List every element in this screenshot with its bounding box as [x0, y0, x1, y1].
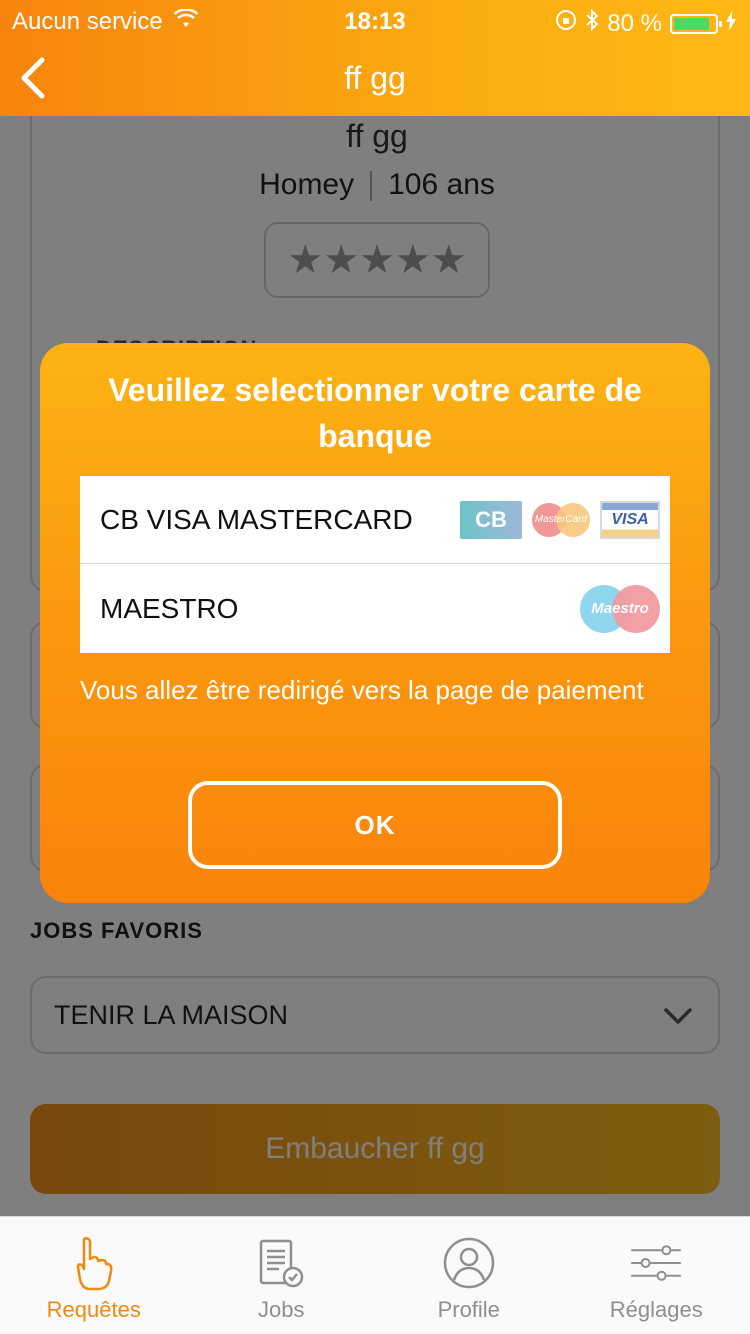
charging-icon	[726, 10, 736, 38]
hand-pointer-icon	[66, 1235, 122, 1291]
card-options-list: CB VISA MASTERCARD CB MasterCard VISA MA…	[80, 476, 670, 653]
user-circle-icon	[441, 1235, 497, 1291]
document-check-icon	[253, 1235, 309, 1291]
visa-logo-icon: VISA	[600, 500, 660, 539]
tab-requetes[interactable]: Requêtes	[0, 1217, 188, 1334]
tab-jobs[interactable]: Jobs	[188, 1217, 376, 1334]
orientation-lock-icon	[555, 9, 577, 38]
battery-percent: 80 %	[607, 9, 662, 37]
status-bar: Aucun service 18:13 80 %	[0, 0, 750, 40]
card-option-label: MAESTRO	[100, 593, 239, 624]
sliders-icon	[628, 1235, 684, 1291]
battery-icon	[670, 13, 722, 34]
page-title: ff gg	[344, 60, 406, 96]
tab-label: Jobs	[258, 1297, 305, 1322]
card-option-cb-visa-mastercard[interactable]: CB VISA MASTERCARD CB MasterCard VISA	[80, 476, 670, 564]
tab-profile[interactable]: Profile	[375, 1217, 563, 1334]
tab-label: Requêtes	[46, 1297, 141, 1322]
maestro-logo-icon: Maestro	[580, 585, 660, 633]
tab-label: Réglages	[609, 1297, 703, 1322]
tab-reglages[interactable]: Réglages	[563, 1217, 750, 1334]
bluetooth-icon	[585, 8, 599, 39]
cb-logo-icon: CB	[460, 500, 522, 539]
card-option-maestro[interactable]: MAESTRO Maestro	[80, 565, 670, 653]
dialog-title: Veuillez selectionner votre carte de ban…	[108, 372, 642, 454]
navigation-bar: ff gg	[0, 40, 750, 116]
card-option-label: CB VISA MASTERCARD	[100, 503, 413, 535]
mastercard-logo-icon: MasterCard	[532, 501, 590, 539]
ok-button[interactable]: OK	[188, 781, 562, 869]
redirect-note: Vous allez être redirigé vers la page de…	[80, 675, 644, 705]
header: Aucun service 18:13 80 % ff gg	[0, 0, 750, 116]
card-selection-dialog: Veuillez selectionner votre carte de ban…	[40, 343, 710, 903]
tab-label: Profile	[437, 1297, 500, 1322]
tab-bar: Requêtes Jobs Profile Réglages	[0, 1216, 750, 1334]
